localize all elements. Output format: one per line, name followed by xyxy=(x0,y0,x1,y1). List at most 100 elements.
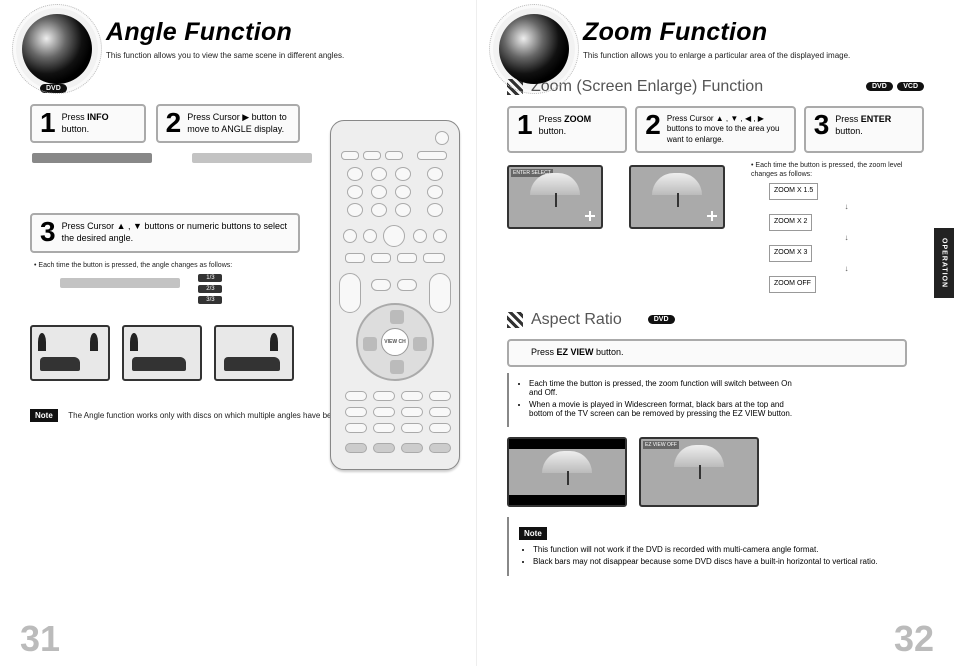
side-tab-operation: OPERATION xyxy=(934,228,954,298)
remote-small-button xyxy=(345,391,367,401)
page-title: Zoom Function xyxy=(583,18,924,47)
remote-small-button xyxy=(341,151,359,160)
step-bold-text: ZOOM xyxy=(564,114,591,124)
remote-small-button xyxy=(429,407,451,417)
badge-dvd: DVD xyxy=(648,315,675,324)
step-number: 3 xyxy=(814,114,830,136)
remote-small-button xyxy=(423,253,445,263)
arrow-down-icon: ↓ xyxy=(769,262,924,276)
page-number: 32 xyxy=(894,618,934,660)
step-text: Press EZ VIEW button. xyxy=(531,347,624,359)
remote-numpad-btn xyxy=(427,167,443,181)
arrow-down-icon: ↓ xyxy=(769,200,924,214)
remote-transport-btn xyxy=(363,229,377,243)
step-post-text: button. xyxy=(62,124,90,134)
remote-numpad-btn xyxy=(347,167,363,181)
step-number: 1 xyxy=(40,112,56,134)
arrow-down-icon: ↓ xyxy=(769,231,924,245)
note-bullet: Black bars may not disappear because som… xyxy=(533,557,907,566)
remote-small-button xyxy=(373,443,395,453)
remote-small-button xyxy=(429,443,451,453)
remote-dpad: VIEW CH xyxy=(356,303,434,381)
angle-preview-thumb xyxy=(122,325,202,381)
step-bold-text: EZ VIEW xyxy=(557,347,594,357)
page-title: Angle Function xyxy=(106,18,446,47)
step-text: Press Cursor ▶ button to move to ANGLE d… xyxy=(187,112,290,135)
zoom-level-badge: ZOOM OFF xyxy=(769,276,816,293)
remote-small-button xyxy=(401,391,423,401)
note-bullet: This function will not work if the DVD i… xyxy=(533,545,907,554)
aspect-step-card: Press EZ VIEW button. xyxy=(507,339,907,367)
step-text: Press Cursor ▲ , ▼ , ◀ , ▶ buttons to mo… xyxy=(667,114,786,145)
remote-small-button xyxy=(417,151,447,160)
remote-small-button xyxy=(371,279,391,291)
remote-small-button xyxy=(373,407,395,417)
remote-small-button xyxy=(373,423,395,433)
crosshair-icon xyxy=(585,211,595,221)
remote-transport-btn xyxy=(343,229,357,243)
final-note-strip: Note This function will not work if the … xyxy=(507,517,917,576)
zoom-level-badge: ZOOM X 2 xyxy=(769,214,812,231)
page-number: 31 xyxy=(20,618,60,660)
page-subtitle: This function allows you to view the sam… xyxy=(106,51,446,60)
angle-badge: 1/3 xyxy=(198,274,222,282)
angle-step-1-card: 1 Press INFO button. xyxy=(30,104,146,143)
remote-small-button xyxy=(345,423,367,433)
section-title: Aspect Ratio xyxy=(531,311,622,329)
osd-strip xyxy=(32,153,152,163)
aspect-bullet: When a movie is played in Widescreen for… xyxy=(529,400,807,418)
zoom-preview-thumb xyxy=(629,165,725,229)
angle-preview-thumb xyxy=(214,325,294,381)
speaker-decoration xyxy=(499,14,569,84)
step-number: 3 xyxy=(40,221,56,243)
remote-power-button xyxy=(435,131,449,145)
tv-overlay-label: EZ VIEW OFF xyxy=(643,441,679,449)
step-text: Press Cursor ▲ , ▼ buttons or numeric bu… xyxy=(62,221,290,244)
remote-numpad-btn xyxy=(347,185,363,199)
angle-badge: 2/3 xyxy=(198,285,222,293)
remote-ch-rocker xyxy=(429,273,451,313)
angle-preview-thumb xyxy=(30,325,110,381)
zoom-preview-thumb: ENTER SELECT xyxy=(507,165,603,229)
note-label: Note xyxy=(519,527,547,540)
dpad-down-icon xyxy=(390,360,404,374)
page-subtitle: This function allows you to enlarge a pa… xyxy=(583,51,924,60)
badge-vcd: VCD xyxy=(897,82,924,91)
step-pre-text: Press xyxy=(531,347,557,357)
zoom-level-badge: ZOOM X 1.5 xyxy=(769,183,818,200)
zoom-step-3-card: 3 Press ENTER button. xyxy=(804,106,924,153)
remote-numpad-btn xyxy=(371,203,387,217)
remote-stop-btn xyxy=(383,225,405,247)
step-pre-text: Press xyxy=(835,114,861,124)
page-32: OPERATION Zoom Function This function al… xyxy=(477,0,954,666)
remote-numpad-btn xyxy=(395,203,411,217)
remote-numpad-btn xyxy=(347,203,363,217)
section-marker-icon xyxy=(507,312,523,328)
step-number: 1 xyxy=(517,114,533,136)
remote-small-button xyxy=(345,443,367,453)
remote-small-button xyxy=(385,151,403,160)
remote-small-button xyxy=(371,253,391,263)
remote-small-button xyxy=(401,443,423,453)
zoom-level-sequence: ZOOM X 1.5 ↓ ZOOM X 2 ↓ ZOOM X 3 ↓ ZOOM … xyxy=(769,183,924,293)
dpad-right-icon xyxy=(413,337,427,351)
remote-numpad-btn xyxy=(395,185,411,199)
aspect-notes-strip: Each time the button is pressed, the zoo… xyxy=(507,373,817,427)
remote-transport-btn xyxy=(413,229,427,243)
step-number: 2 xyxy=(645,114,661,136)
remote-numpad-btn xyxy=(427,203,443,217)
step-post-text: button. xyxy=(594,347,624,357)
speaker-decoration xyxy=(22,14,92,84)
remote-numpad-btn xyxy=(427,185,443,199)
angle-step-2-card: 2 Press Cursor ▶ button to move to ANGLE… xyxy=(156,104,300,143)
step-pre-text: Press xyxy=(539,114,565,124)
remote-small-button xyxy=(397,279,417,291)
zoom-step-2-card: 2 Press Cursor ▲ , ▼ , ◀ , ▶ buttons to … xyxy=(635,106,795,153)
remote-small-button xyxy=(401,423,423,433)
remote-small-button xyxy=(363,151,381,160)
step-text: Press ZOOM button. xyxy=(539,114,618,137)
remote-small-button xyxy=(373,391,395,401)
remote-transport-btn xyxy=(433,229,447,243)
angle-badges-column: 1/3 2/3 3/3 xyxy=(198,274,222,307)
zoom-each-text: Each time the button is pressed, the zoo… xyxy=(751,162,903,178)
